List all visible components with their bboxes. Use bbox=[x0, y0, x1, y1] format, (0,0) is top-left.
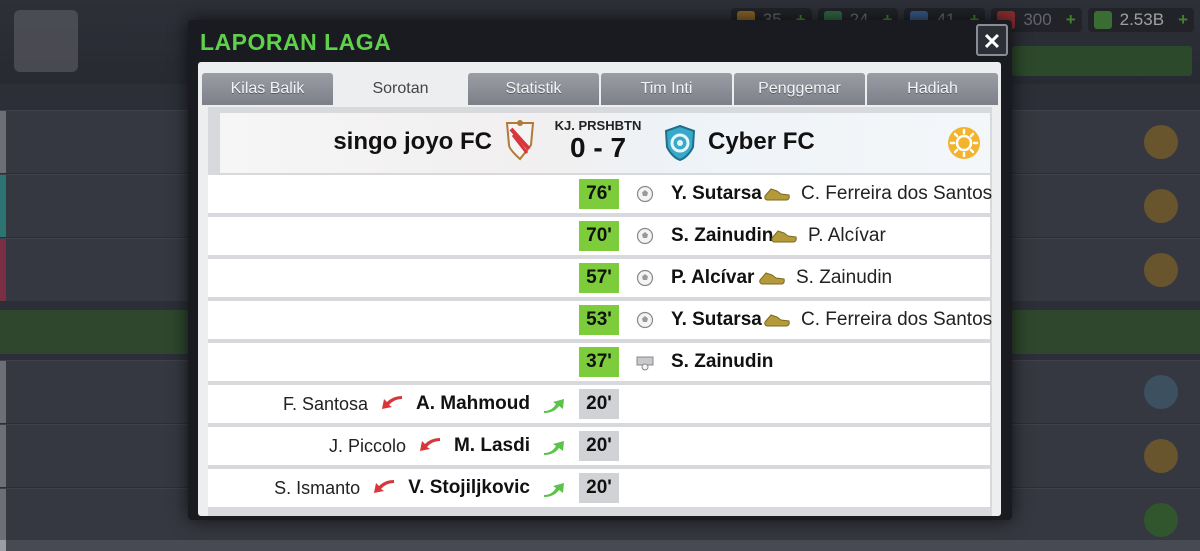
goal-scorer: P. Alcívar bbox=[671, 267, 755, 288]
competition-label: KJ. PRSHBTN bbox=[554, 118, 642, 133]
home-team-crest-icon bbox=[505, 120, 535, 161]
assist-info: C. Ferreira dos Santos bbox=[763, 183, 992, 205]
player-out: F. Santosa bbox=[282, 393, 368, 414]
event-minute: 37' bbox=[579, 347, 619, 377]
substitution-event-row: S. Ismanto V. Stojiljkovic 20' bbox=[208, 469, 990, 507]
match-header: singo joyo FC KJ. PRSHBTN 0 - 7 Cyber FC bbox=[220, 113, 990, 173]
player-out: J. Piccolo bbox=[328, 435, 406, 456]
goal-event-row: 53' Y. Sutarsa C. Ferreira dos Santos bbox=[208, 301, 992, 339]
substitution-info: S. Ismanto V. Stojiljkovic bbox=[274, 477, 566, 499]
assist-player: C. Ferreira dos Santos bbox=[801, 309, 993, 330]
football-icon bbox=[636, 311, 654, 329]
tab-tim-inti[interactable]: Tim Inti bbox=[601, 73, 732, 105]
match-score: 0 - 7 bbox=[569, 132, 627, 163]
event-minute: 20' bbox=[579, 431, 619, 461]
goal-event-row: 57' P. Alcívar S. Zainudin bbox=[208, 259, 990, 297]
sun-icon bbox=[948, 127, 980, 159]
football-icon bbox=[636, 185, 654, 203]
substitution-info: J. Piccolo M. Lasdi bbox=[329, 435, 566, 457]
event-minute: 20' bbox=[579, 473, 619, 503]
assist-boot-icon bbox=[764, 188, 790, 201]
substitution-event-row: F. Santosa A. Mahmoud 20' bbox=[208, 385, 990, 423]
goal-event-row: 76' Y. Sutarsa C. Ferreira dos Santos bbox=[208, 175, 992, 213]
sub-out-arrow-icon bbox=[374, 480, 395, 493]
tab-penggemar[interactable]: Penggemar bbox=[734, 73, 865, 105]
goal-event-row: 37' S. Zainudin bbox=[208, 343, 990, 381]
player-out: S. Ismanto bbox=[274, 477, 361, 498]
event-minute: 53' bbox=[579, 305, 619, 335]
highlights-panel: singo joyo FC KJ. PRSHBTN 0 - 7 Cyber FC bbox=[208, 107, 992, 516]
player-in: A. Mahmoud bbox=[416, 393, 530, 414]
event-minute: 20' bbox=[579, 389, 619, 419]
assist-player: P. Alcívar bbox=[808, 225, 886, 246]
sub-out-arrow-icon bbox=[382, 396, 402, 409]
away-team-name: Cyber FC bbox=[708, 128, 815, 155]
football-icon bbox=[636, 227, 654, 245]
assist-boot-icon bbox=[771, 230, 797, 243]
event-minute: 70' bbox=[579, 221, 619, 251]
goal-event-row: 70' S. Zainudin P. Alcívar bbox=[208, 217, 990, 255]
assist-boot-icon bbox=[764, 314, 790, 327]
home-team-name: singo joyo FC bbox=[333, 128, 492, 155]
modal-title: LAPORAN LAGA bbox=[200, 29, 392, 55]
goal-scorer: S. Zainudin bbox=[671, 351, 774, 372]
substitution-event-row: J. Piccolo M. Lasdi 20' bbox=[208, 427, 990, 465]
sub-in-arrow-icon bbox=[544, 441, 564, 455]
assist-player: S. Zainudin bbox=[796, 267, 893, 288]
assist-boot-icon bbox=[759, 272, 785, 285]
assist-info: S. Zainudin bbox=[758, 267, 892, 289]
player-in: M. Lasdi bbox=[453, 435, 530, 456]
assist-info: P. Alcívar bbox=[770, 225, 886, 247]
tab-statistik[interactable]: Statistik bbox=[468, 73, 599, 105]
assist-player: C. Ferreira dos Santos bbox=[801, 183, 993, 204]
goal-scorer: S. Zainudin bbox=[671, 225, 774, 246]
away-team-crest-icon bbox=[664, 125, 696, 161]
sub-in-arrow-icon bbox=[544, 399, 564, 413]
penalty-goal-icon bbox=[636, 356, 654, 371]
sub-out-arrow-icon bbox=[419, 438, 440, 451]
tab-bar: Kilas Balik Sorotan Statistik Tim Inti P… bbox=[202, 73, 998, 107]
assist-info: C. Ferreira dos Santos bbox=[763, 309, 992, 331]
goal-scorer: Y. Sutarsa bbox=[671, 309, 762, 330]
tab-kilas-balik[interactable]: Kilas Balik bbox=[202, 73, 333, 105]
substitution-info: F. Santosa A. Mahmoud bbox=[283, 393, 566, 415]
goal-scorer: Y. Sutarsa bbox=[671, 183, 762, 204]
close-button[interactable]: ✕ bbox=[976, 24, 1008, 56]
event-minute: 57' bbox=[579, 263, 619, 293]
match-report-modal: LAPORAN LAGA ✕ Kilas Balik Sorotan Stati… bbox=[188, 20, 1012, 520]
football-icon bbox=[636, 269, 654, 287]
player-in: V. Stojiljkovic bbox=[408, 477, 530, 498]
event-minute: 76' bbox=[579, 179, 619, 209]
sub-in-arrow-icon bbox=[544, 483, 564, 497]
tab-hadiah[interactable]: Hadiah bbox=[867, 73, 998, 105]
modal-body: Kilas Balik Sorotan Statistik Tim Inti P… bbox=[198, 62, 1001, 516]
tab-sorotan[interactable]: Sorotan bbox=[335, 73, 466, 107]
